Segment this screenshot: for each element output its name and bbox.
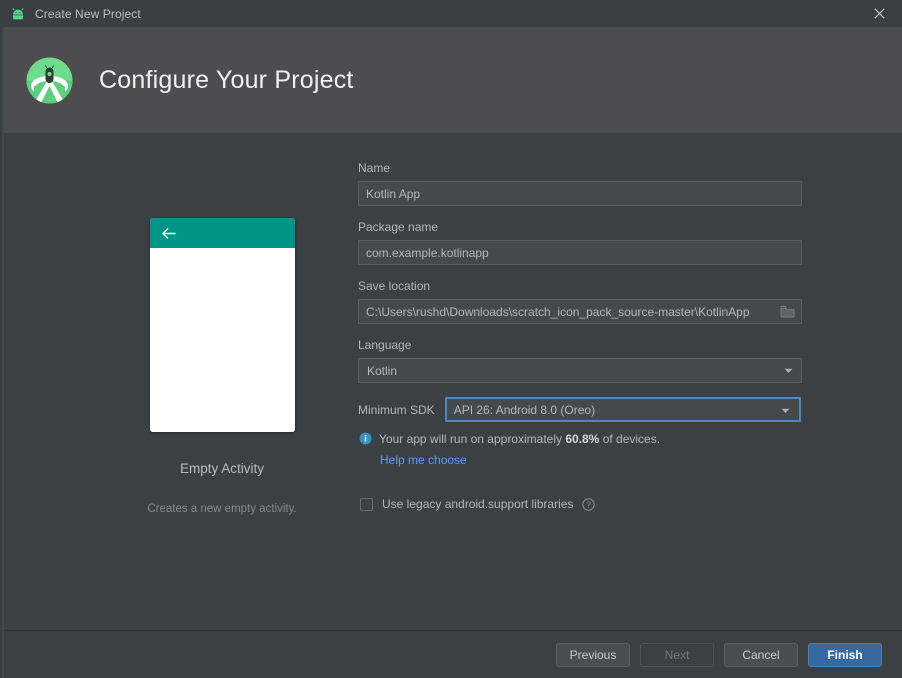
- dialog-header: Configure Your Project: [0, 27, 902, 133]
- android-studio-logo-icon: [22, 53, 77, 108]
- preview-appbar: [149, 218, 295, 248]
- close-icon[interactable]: [856, 0, 902, 27]
- folder-icon[interactable]: [774, 300, 801, 323]
- minimum-sdk-selected-value: API 26: Android 8.0 (Oreo): [453, 402, 596, 417]
- save-location-label: Save location: [358, 279, 431, 293]
- legacy-libraries-row: Use legacy android.support libraries ?: [360, 497, 803, 511]
- name-label: Name: [358, 161, 391, 175]
- template-description: Creates a new empty activity.: [147, 503, 297, 515]
- page-title: Configure Your Project: [99, 65, 354, 94]
- preview-content: [149, 248, 295, 432]
- language-label: Language: [358, 338, 412, 352]
- legacy-libraries-checkbox[interactable]: [360, 497, 373, 511]
- dialog-body: Empty Activity Creates a new empty activ…: [0, 133, 902, 630]
- language-dropdown[interactable]: Kotlin: [358, 358, 802, 383]
- dialog-footer: Previous Next Cancel Finish: [0, 630, 902, 678]
- package-name-label: Package name: [358, 220, 439, 234]
- create-new-project-dialog: Create New Project Configure Your Projec…: [0, 0, 902, 678]
- minimum-sdk-field-group: Minimum SDK API 26: Android 8.0 (Oreo): [358, 397, 803, 422]
- language-field-group: Language Kotlin: [358, 338, 803, 383]
- legacy-libraries-label: Use legacy android.support libraries: [382, 497, 574, 511]
- svg-text:?: ?: [587, 499, 592, 509]
- arrow-left-icon: [161, 227, 176, 239]
- cancel-button[interactable]: Cancel: [724, 643, 798, 667]
- android-head-icon: [10, 6, 26, 22]
- coverage-text-before: Your app will run on approximately: [379, 432, 566, 446]
- sdk-coverage-text: Your app will run on approximately 60.8%…: [379, 431, 660, 448]
- sdk-coverage-info: Your app will run on approximately 60.8%…: [359, 431, 803, 450]
- template-preview-image: [149, 218, 295, 432]
- finish-button[interactable]: Finish: [808, 643, 882, 667]
- help-me-choose-link[interactable]: Help me choose: [380, 453, 467, 467]
- coverage-text-after: of devices.: [599, 432, 661, 446]
- footer-button-group: Previous Next Cancel Finish: [556, 643, 882, 667]
- previous-button[interactable]: Previous: [556, 643, 630, 667]
- next-button: Next: [640, 643, 714, 667]
- info-icon: [359, 432, 372, 450]
- project-configuration-form: Name Package name Save location: [358, 161, 803, 511]
- save-location-field-group: Save location: [358, 279, 803, 324]
- minimum-sdk-dropdown[interactable]: API 26: Android 8.0 (Oreo): [444, 397, 801, 422]
- minimum-sdk-label: Minimum SDK: [358, 402, 435, 417]
- chevron-down-icon: [779, 359, 797, 382]
- chevron-down-icon: [777, 399, 795, 422]
- background-window-edge: [0, 27, 4, 678]
- package-name-field-group: Package name: [358, 220, 803, 265]
- question-circle-icon[interactable]: ?: [582, 497, 596, 511]
- name-field-group: Name: [358, 161, 803, 206]
- save-location-input[interactable]: [358, 299, 802, 324]
- name-input[interactable]: [358, 181, 802, 206]
- template-preview: Empty Activity Creates a new empty activ…: [108, 218, 336, 515]
- window-titlebar: Create New Project: [0, 0, 902, 27]
- coverage-percentage: 60.8%: [565, 432, 600, 446]
- window-title: Create New Project: [35, 6, 141, 21]
- language-selected-value: Kotlin: [367, 363, 398, 378]
- template-name: Empty Activity: [179, 461, 265, 476]
- package-name-input[interactable]: [358, 240, 802, 265]
